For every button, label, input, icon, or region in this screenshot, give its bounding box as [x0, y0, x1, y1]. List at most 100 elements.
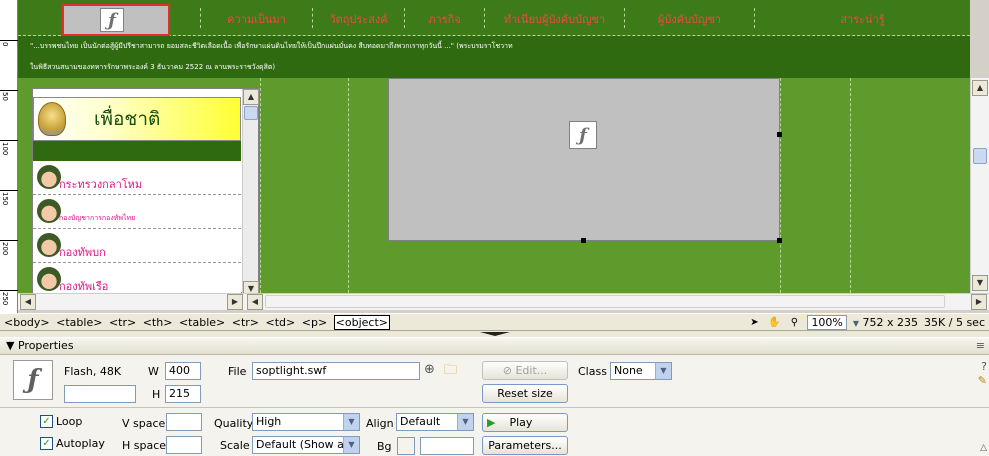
design-view[interactable]: ƒ ความเป็นมา วัตถุประสงค์ ภารกิจ ทำเนียบ…: [18, 0, 970, 293]
loop-label: Loop: [56, 415, 83, 428]
flash-icon: ƒ: [100, 8, 124, 32]
class-label: Class: [578, 365, 607, 378]
status-tools: ➤ ✋ ⚲ 100% ▼ 752 x 235 35K / 5 sec: [747, 315, 985, 330]
properties-title: Properties: [17, 339, 74, 352]
autoplay-checkbox[interactable]: ✓: [40, 437, 53, 450]
nav-knowledge[interactable]: สาระน่ารู้: [754, 8, 970, 28]
document-vertical-scrollbar[interactable]: ▲ ▼: [970, 78, 989, 293]
scroll-down-button[interactable]: ▼: [972, 275, 988, 291]
hspace-label: H space: [122, 439, 167, 452]
quick-tag-editor-icon[interactable]: ✎: [978, 374, 987, 387]
left-frame-horizontal-scrollbar[interactable]: ◀ ▶: [18, 293, 245, 310]
scroll-thumb[interactable]: [265, 295, 945, 308]
reset-size-button[interactable]: Reset size: [482, 384, 568, 403]
play-icon: ▶: [487, 416, 510, 429]
tag-table[interactable]: <table>: [179, 316, 225, 329]
resize-handle[interactable]: [777, 132, 782, 137]
scroll-left-button[interactable]: ◀: [20, 294, 36, 310]
folder-icon[interactable]: 🗀: [444, 361, 457, 383]
expand-arrow-icon: ▼: [6, 339, 15, 352]
hspace-field[interactable]: [166, 436, 202, 454]
menu-item-army[interactable]: กองทัพบก: [33, 229, 241, 263]
ruler-label: 50: [1, 92, 9, 101]
scroll-right-button[interactable]: ▶: [227, 294, 243, 310]
nav-commanders[interactable]: ผู้บังคับบัญชา: [624, 8, 754, 28]
hand-tool-icon[interactable]: ✋: [767, 316, 781, 330]
ruler-label: 250: [1, 292, 9, 306]
menu-item-label: กระทรวงกลาโหม: [59, 178, 143, 191]
loop-checkbox[interactable]: ✓: [40, 415, 53, 428]
tag-tr[interactable]: <tr>: [109, 316, 136, 329]
panel-expander-icon[interactable]: △: [980, 443, 987, 453]
tag-table[interactable]: <table>: [56, 316, 102, 329]
align-label: Align: [366, 417, 394, 430]
nav-history[interactable]: ความเป็นมา: [200, 8, 312, 28]
tag-p[interactable]: <p>: [302, 316, 327, 329]
zoom-tool-icon[interactable]: ⚲: [787, 316, 801, 330]
bg-color-field[interactable]: [420, 437, 474, 455]
name-field[interactable]: [64, 385, 136, 403]
status-bar: <body> <table> <tr> <th> <table> <tr> <t…: [0, 313, 989, 331]
class-select[interactable]: None ▼: [610, 362, 672, 380]
pointer-tool-icon[interactable]: ➤: [747, 316, 761, 330]
help-icon[interactable]: ?: [981, 360, 987, 373]
layout-guide: [850, 78, 851, 293]
ruler-label: 200: [1, 242, 9, 256]
tag-object[interactable]: <object>: [333, 315, 391, 330]
scroll-down-button[interactable]: ▼: [243, 281, 259, 293]
nav-mission[interactable]: ภารกิจ: [404, 8, 484, 28]
resize-handle[interactable]: [777, 238, 782, 243]
menu-item-royal-thai-armed-forces[interactable]: กองบัญชาการกองทัพไทย: [33, 195, 241, 229]
resize-handle[interactable]: [581, 238, 586, 243]
play-button[interactable]: ▶ Play: [482, 413, 568, 432]
nav-objectives[interactable]: วัตถุประสงค์: [312, 8, 404, 28]
flash-icon: ƒ: [569, 121, 597, 149]
menu-item-defense-ministry[interactable]: กระทรวงกลาโหม: [33, 161, 241, 195]
document-horizontal-scrollbar[interactable]: ◀ ▶: [245, 293, 989, 310]
align-select[interactable]: Default ▼: [396, 413, 474, 431]
chevron-down-icon: ▼: [343, 437, 359, 453]
chevron-down-icon: ▼: [852, 319, 860, 328]
collapse-arrow-icon[interactable]: [480, 332, 510, 336]
soldier-icon: [37, 165, 61, 189]
tag-body[interactable]: <body>: [4, 316, 50, 329]
left-frame-scrollbar[interactable]: ▲ ▼: [242, 89, 259, 293]
height-field[interactable]: 215: [165, 385, 201, 403]
vspace-field[interactable]: [166, 413, 202, 431]
flash-placeholder-header[interactable]: ƒ: [62, 4, 170, 36]
window-size-select[interactable]: ▼ 752 x 235: [853, 316, 918, 329]
tag-td[interactable]: <td>: [266, 316, 296, 329]
tag-tr[interactable]: <tr>: [232, 316, 259, 329]
scroll-right-button[interactable]: ▶: [971, 294, 987, 310]
edit-icon: ⊘: [502, 364, 516, 377]
point-to-file-icon[interactable]: ⊕: [424, 362, 435, 377]
ruler-label: 150: [1, 192, 9, 206]
object-type-label: Flash, 48K: [64, 365, 122, 378]
quality-select[interactable]: High ▼: [252, 413, 360, 431]
properties-panel: ƒ Flash, 48K W 400 H 215 File soptlight.…: [0, 355, 989, 456]
bg-color-swatch[interactable]: [397, 437, 415, 455]
scroll-up-button[interactable]: ▲: [243, 89, 259, 105]
tag-th[interactable]: <th>: [143, 316, 173, 329]
flash-placeholder-main[interactable]: ƒ: [388, 78, 782, 243]
chevron-down-icon: ▼: [457, 414, 473, 430]
quote-line-1: "...บรรพชนไทย เป็นนักต่อสู้ผู้มีปรีชาสาม…: [30, 42, 513, 50]
ruler-label: 100: [1, 142, 9, 156]
width-field[interactable]: 400: [165, 362, 201, 380]
scroll-up-button[interactable]: ▲: [972, 80, 988, 96]
edit-button[interactable]: ⊘ Edit...: [482, 361, 568, 380]
scroll-thumb[interactable]: [973, 148, 987, 164]
zoom-select[interactable]: 100%: [807, 315, 847, 330]
file-field[interactable]: soptlight.swf: [252, 362, 420, 380]
nav-past-commanders[interactable]: ทำเนียบผู้บังคับบัญชา: [484, 8, 624, 28]
menu-item-navy[interactable]: กองทัพเรือ: [33, 263, 241, 293]
align-select-value: Default: [400, 415, 441, 428]
left-menu-frame[interactable]: เพื่อชาติ กระทรวงกลาโหม กองบัญชาการกองทั…: [32, 88, 259, 293]
scroll-thumb[interactable]: [244, 106, 258, 120]
scale-select[interactable]: Default (Show all) ▼: [252, 436, 360, 454]
height-label: H: [152, 388, 161, 401]
properties-panel-header[interactable]: ▼ Properties ≡: [0, 337, 989, 355]
parameters-button[interactable]: Parameters...: [482, 436, 568, 455]
panel-options-icon[interactable]: ≡: [976, 338, 985, 354]
scroll-left-button[interactable]: ◀: [247, 294, 263, 310]
